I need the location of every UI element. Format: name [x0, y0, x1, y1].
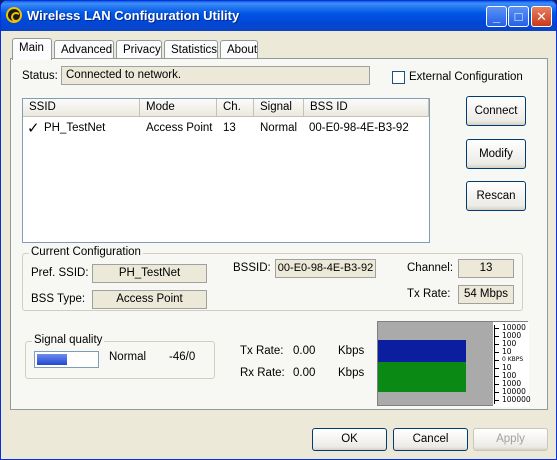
row-signal: Normal: [260, 122, 298, 134]
connect-button[interactable]: Connect: [466, 96, 526, 126]
scale-tick: [494, 344, 499, 345]
tab-main[interactable]: Main: [12, 38, 52, 60]
signal-quality-level: Normal: [109, 351, 147, 363]
tx-rate-value: 0.00: [293, 345, 316, 357]
tab-privacy[interactable]: Privacy: [116, 40, 162, 59]
signal-quality-value: -46/0: [169, 351, 196, 363]
signal-quality-meter: [34, 351, 99, 368]
throughput-graph: 10000 1000 100 10 0 KBPS 10 100 1000 100…: [377, 321, 531, 407]
throughput-graph-area: [378, 322, 493, 407]
tx-rate-config-label: Tx Rate:: [407, 288, 451, 300]
network-list-header: SSID Mode Ch. Signal BSS ID: [23, 99, 429, 117]
scale-tick: [494, 368, 499, 369]
close-button[interactable]: ✕: [531, 6, 552, 27]
row-bssid: 00-E0-98-4E-B3-92: [309, 122, 409, 134]
bss-type-value: Access Point: [92, 290, 207, 309]
network-list[interactable]: SSID Mode Ch. Signal BSS ID ✓ PH_TestNet…: [22, 98, 430, 243]
bss-type-label: BSS Type:: [31, 293, 86, 305]
tx-rate-label: Tx Rate:: [240, 345, 284, 357]
tab-about[interactable]: About: [220, 40, 258, 59]
external-configuration-checkbox[interactable]: [392, 71, 405, 84]
cancel-button[interactable]: Cancel: [393, 428, 468, 451]
tab-advanced[interactable]: Advanced: [54, 40, 114, 59]
scale-tick: [494, 360, 499, 361]
scale-tick: [494, 384, 499, 385]
scale-tick: [494, 400, 499, 401]
ok-button[interactable]: OK: [312, 428, 387, 451]
rx-throughput-area: [378, 362, 466, 392]
throughput-scale: 10000 1000 100 10 0 KBPS 10 100 1000 100…: [493, 322, 531, 407]
apply-button[interactable]: Apply: [473, 428, 548, 451]
tx-throughput-area: [378, 340, 466, 362]
bssid-value: 00-E0-98-4E-B3-92: [275, 259, 376, 278]
rx-rate-value: 0.00: [293, 367, 316, 379]
tab-statistics[interactable]: Statistics: [164, 40, 218, 59]
tx-rate-config-value: 54 Mbps: [458, 285, 514, 304]
column-ssid[interactable]: SSID: [23, 99, 140, 117]
scale-tick: [494, 376, 499, 377]
scale-tick: [494, 352, 499, 353]
pref-ssid-value: PH_TestNet: [92, 264, 207, 283]
rx-rate-unit: Kbps: [338, 367, 365, 379]
status-value: Connected to network.: [61, 66, 370, 85]
rescan-button[interactable]: Rescan: [466, 181, 526, 211]
column-mode[interactable]: Mode: [140, 99, 217, 117]
maximize-button[interactable]: □: [508, 6, 529, 27]
connected-check-icon: ✓: [27, 120, 40, 137]
app-icon: [6, 7, 22, 23]
status-label: Status:: [22, 70, 58, 82]
channel-value: 13: [458, 259, 514, 278]
row-channel: 13: [223, 122, 236, 134]
window-title: Wireless LAN Configuration Utility: [27, 8, 240, 23]
row-mode: Access Point: [146, 122, 213, 134]
row-ssid: PH_TestNet: [44, 122, 106, 134]
channel-label: Channel:: [407, 262, 454, 274]
tx-rate-unit: Kbps: [338, 345, 365, 357]
scale-tick: [494, 392, 499, 393]
external-configuration-label: External Configuration: [409, 71, 523, 83]
column-channel[interactable]: Ch.: [217, 99, 254, 117]
bssid-label: BSSID:: [233, 262, 271, 274]
rx-rate-label: Rx Rate:: [240, 367, 285, 379]
title-bar[interactable]: Wireless LAN Configuration Utility _ □ ✕: [1, 1, 556, 31]
column-signal[interactable]: Signal: [254, 99, 304, 117]
current-configuration-title: Current Configuration: [29, 246, 143, 258]
scale-tick: [494, 336, 499, 337]
modify-button[interactable]: Modify: [466, 139, 526, 169]
pref-ssid-label: Pref. SSID:: [31, 267, 89, 279]
scale-label: 100000: [502, 395, 531, 404]
app-window: Wireless LAN Configuration Utility _ □ ✕…: [0, 0, 557, 460]
column-bss-id[interactable]: BSS ID: [304, 99, 429, 117]
signal-quality-meter-fill: [37, 354, 67, 365]
scale-label: 10: [502, 347, 512, 356]
minimize-button[interactable]: _: [486, 6, 507, 27]
scale-tick: [494, 328, 499, 329]
signal-quality-title: Signal quality: [32, 334, 105, 346]
